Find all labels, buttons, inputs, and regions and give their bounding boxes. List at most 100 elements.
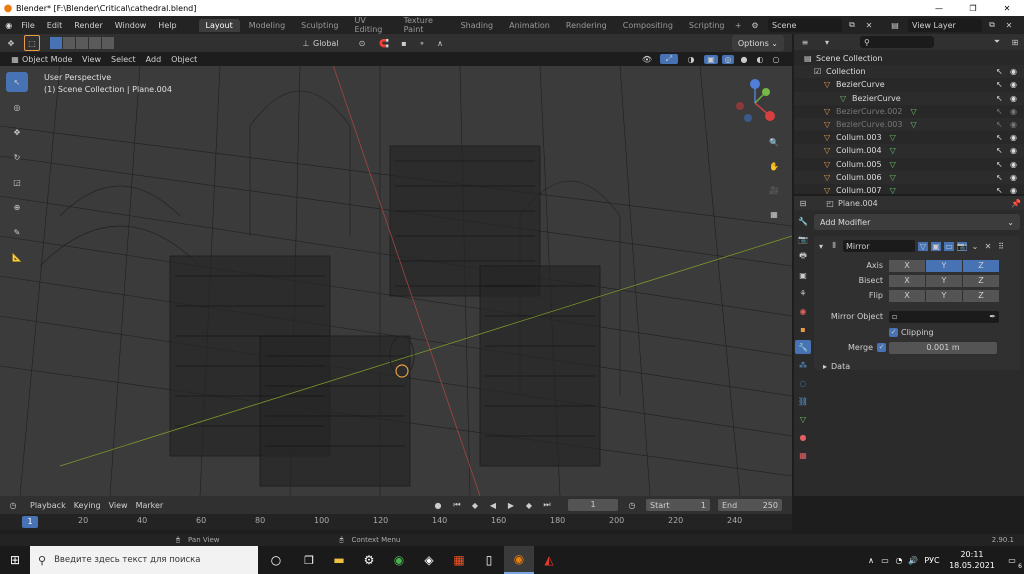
mirror-object-field[interactable]: ▫ ✒ [889,310,999,323]
notification-icon[interactable]: ▭ 6 [1000,546,1024,574]
viewport-menu-add[interactable]: Add [146,55,162,64]
camera-view-icon[interactable]: 🎥 [766,182,782,198]
outliner-item[interactable]: ▽ BezierCurve.003 ▽ ↖ ◉ [794,117,1024,132]
physics-tab-icon[interactable]: ◌ [800,376,807,390]
pin-icon[interactable]: 📌 [1008,199,1024,208]
modifier-menu-icon[interactable]: ⌄ [970,242,980,251]
merge-distance-field[interactable]: 0.001 m [889,341,997,354]
language-indicator[interactable]: РУС [920,556,944,565]
viewport-menu-select[interactable]: Select [111,55,136,64]
add-modifier-dropdown[interactable]: Add Modifier ⌄ [814,214,1020,230]
select-extend-icon[interactable] [63,37,75,49]
workspace-tab-modeling[interactable]: Modeling [242,19,292,32]
tool-tab-icon[interactable]: 🔧 [798,214,808,228]
timeline-view-menu[interactable]: View [109,501,128,510]
gizmo-icon[interactable]: ⤢ [660,54,678,64]
delete-scene-icon[interactable]: ✕ [862,21,876,30]
eye-icon[interactable]: ◉ [1010,160,1024,169]
settings-app-icon[interactable]: ⚙ [354,553,384,567]
expand-data-icon[interactable]: ▸ [823,362,827,371]
jump-end-icon[interactable]: ⏭ [542,500,552,510]
clipping-checkbox[interactable]: ✓ [889,327,898,337]
play-icon[interactable]: ▶ [506,501,516,510]
axis-x-toggle[interactable]: X [889,259,925,272]
selectable-icon[interactable]: ↖ [996,94,1010,103]
menu-edit[interactable]: Edit [47,21,63,30]
scene-icon[interactable]: ⚙ [745,21,765,30]
new-scene-icon[interactable]: ⧉ [845,20,859,30]
play-reverse-icon[interactable]: ◀ [488,501,498,510]
eye-icon[interactable]: ◉ [1010,146,1024,155]
selectable-icon[interactable]: ↖ [996,160,1010,169]
playback-menu[interactable]: Playback [30,501,66,510]
bisect-y-toggle[interactable]: Y [926,274,962,287]
data-subpanel-label[interactable]: Data [831,362,850,371]
current-frame-field[interactable]: 1 [568,499,618,511]
selectable-icon[interactable]: ↖ [996,67,1010,76]
outliner-search[interactable]: ⚲ [860,36,934,48]
workspace-tab-scripting[interactable]: Scripting [682,19,732,32]
view-layer-field[interactable]: View Layer [908,18,982,32]
tray-chevron-icon[interactable]: ∧ [864,556,878,565]
eyedropper-icon[interactable]: ✒ [989,312,999,321]
options-button[interactable]: Options ⌄ [731,35,784,51]
acrobat-icon[interactable]: ◭ [534,553,564,567]
cortana-icon[interactable]: ○ [258,553,294,567]
viewport-menu-object[interactable]: Object [171,55,197,64]
selectable-icon[interactable]: ↖ [996,186,1010,195]
measure-tool-icon[interactable]: 📐 [6,247,28,267]
orientation-dropdown[interactable]: Global [313,39,351,48]
select-invert-icon[interactable] [89,37,101,49]
chrome-icon[interactable]: ◉ [384,553,414,567]
select-new-icon[interactable] [50,37,62,49]
edit-mode-icon[interactable]: ▽ [918,241,928,251]
world-tab-icon[interactable]: ◉ [800,304,807,318]
modifier-name-field[interactable]: Mirror [843,240,915,252]
workspace-tab-layout[interactable]: Layout [198,18,240,32]
zoom-icon[interactable]: 🔍 [766,134,782,150]
taskbar-search[interactable]: ⚲ Введите здесь текст для поиска [30,546,258,574]
keying-menu[interactable]: Keying [74,501,101,510]
render-tab-icon[interactable]: 📷 [798,232,808,246]
task-view-icon[interactable]: ❐ [294,554,324,567]
timeline-type-icon[interactable]: ◷ [4,501,22,510]
menu-window[interactable]: Window [115,21,147,30]
annotate-tool-icon[interactable]: ✎ [6,222,28,242]
cursor-tool-icon[interactable]: ◎ [6,97,28,117]
selectable-icon[interactable]: ↖ [996,80,1010,89]
select-box-tool-icon[interactable]: ⬚ [24,35,40,51]
falloff-icon[interactable]: ∧ [431,39,449,48]
shading-material-icon[interactable]: ◐ [754,55,766,64]
outliner-item[interactable]: ▤ Scene Collection [794,52,1024,65]
eye-icon[interactable]: ◉ [1010,186,1024,195]
bisect-z-toggle[interactable]: Z [963,274,999,287]
eye-icon[interactable]: ◉ [1010,94,1024,103]
texture-tab-icon[interactable]: ▦ [799,448,807,462]
new-view-layer-icon[interactable]: ⧉ [985,20,999,30]
navigation-gizmo[interactable] [730,78,780,128]
cage-icon[interactable]: ▣ [931,241,941,251]
selectable-icon[interactable]: ↖ [996,146,1010,155]
current-frame-marker[interactable]: 1 [22,516,38,528]
jump-start-icon[interactable]: ⏮ [452,500,462,510]
workspace-tab-sculpting[interactable]: Sculpting [294,19,345,32]
pan-hand-icon[interactable]: ✋ [766,158,782,174]
clock[interactable]: 20:11 18.05.2021 [944,549,1000,571]
delete-view-layer-icon[interactable]: ✕ [1002,21,1016,30]
shading-solid-icon[interactable]: ● [738,55,750,64]
scale-tool-icon[interactable]: ◲ [6,172,28,192]
bisect-x-toggle[interactable]: X [889,274,925,287]
move-tool-icon[interactable]: ✥ [6,122,28,142]
ms-store-icon[interactable]: ▦ [444,553,474,567]
menu-help[interactable]: Help [158,21,176,30]
outliner-item[interactable]: ▽ Collum.005 ▽ ↖ ◉ [794,158,1024,171]
scene-tab-icon[interactable]: ⚘ [799,286,806,300]
outliner-item[interactable]: ▽ Collum.003 ▽ ↖ ◉ [794,131,1024,144]
outliner-item[interactable]: ▽ BezierCurve ↖ ◉ [794,78,1024,91]
volume-icon[interactable]: 🔊 [906,556,920,565]
snap-icon[interactable]: 🧲 [373,39,395,48]
flip-y-toggle[interactable]: Y [926,289,962,302]
particles-tab-icon[interactable]: ⁂ [799,358,807,372]
eye-icon[interactable]: ◉ [1010,120,1024,129]
xray-icon[interactable]: ▣ [704,54,718,64]
